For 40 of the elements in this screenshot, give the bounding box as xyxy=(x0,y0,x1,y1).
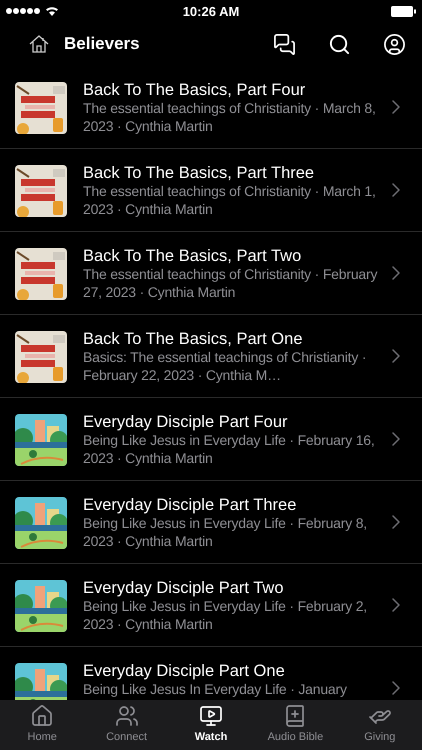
episode-subtitle: Being Like Jesus in Everyday Life · February 2, 2023 · Cynthia Martin xyxy=(83,598,368,633)
tab[interactable]: Audio Bible xyxy=(253,700,338,750)
tv-play-icon xyxy=(199,704,224,728)
episode-subtitle: The essential teachings of Christianity · March 8, 2023 · Cynthia Martin xyxy=(83,100,377,135)
signal-icon xyxy=(6,8,40,14)
episode-subtitle: Basics: The essential teachings of Christianity · February 22, 2023 · Cynthia M… xyxy=(83,349,368,384)
episode-subtitle: The essential teachings of Christianity · March 1, 2023 · Cynthia Martin xyxy=(83,183,377,218)
status-time: 10:26 AM xyxy=(182,4,240,18)
episode-subtitle: Being Like Jesus in Everyday Life · February 16, 2023 · Cynthia Martin xyxy=(83,432,376,467)
wifi-icon xyxy=(45,6,59,16)
battery-icon xyxy=(390,6,416,16)
episode-subtitle: Being Like Jesus In Everyday Life · January xyxy=(83,681,348,698)
episode-title: Everyday Disciple Part One xyxy=(83,661,286,681)
episode-row[interactable]: Back To The Basics, Part Two The essential teachings of Christianity · February 27, 2023 · Cynthia Martin xyxy=(0,232,422,315)
episode-row[interactable]: Back To The Basics, Part Four The essential teachings of Christianity · March 8, 2023 · Cynthia Martin xyxy=(0,66,422,149)
episode-row[interactable]: Everyday Disciple Part Two Being Like Jesus in Everyday Life · February 2, 2023 · Cynthia Martin xyxy=(0,564,422,647)
tab[interactable]: Connect xyxy=(84,700,169,750)
tab[interactable]: Giving xyxy=(338,700,422,750)
episode-title: Back To The Basics, Part Two xyxy=(83,246,302,266)
messages-button[interactable] xyxy=(273,32,296,56)
people-icon xyxy=(114,704,139,728)
episode-title: Back To The Basics, Part Three xyxy=(83,163,316,183)
episode-row[interactable]: Back To The Basics, Part Three The essential teachings of Christianity · March 1, 2023 · Cynthia Martin xyxy=(0,149,422,232)
episode-subtitle: Being Like Jesus in Everyday Life · February 8, 2023 · Cynthia Martin xyxy=(83,515,368,550)
app-title: Believers xyxy=(64,34,141,54)
search-button[interactable] xyxy=(328,32,351,56)
tab[interactable]: Home xyxy=(0,700,84,750)
episode-row[interactable]: Everyday Disciple Part Three Being Like Jesus in Everyday Life · February 8, 2023 · Cynthia Martin xyxy=(0,481,422,564)
tab[interactable]: Watch xyxy=(168,700,254,750)
house-logo-icon[interactable] xyxy=(28,33,50,55)
episode-title: Back To The Basics, Part Four xyxy=(83,80,306,100)
episode-title: Everyday Disciple Part Four xyxy=(83,412,288,432)
episode-title: Everyday Disciple Part Two xyxy=(83,578,285,598)
home-icon xyxy=(30,704,54,728)
profile-button[interactable] xyxy=(383,32,406,56)
episode-row[interactable]: Everyday Disciple Part Four Being Like Jesus in Everyday Life · February 16, 2023 · Cynthia Martin xyxy=(0,398,422,481)
episode-row[interactable]: Back To The Basics, Part One Basics: The essential teachings of Christianity · February 22, 2023 · Cynthia M… xyxy=(0,315,422,398)
episode-title: Everyday Disciple Part Three xyxy=(83,495,298,515)
episode-title: Back To The Basics, Part One xyxy=(83,329,304,349)
episode-subtitle: The essential teachings of Christianity · February 27, 2023 · Cynthia Martin xyxy=(83,266,378,301)
